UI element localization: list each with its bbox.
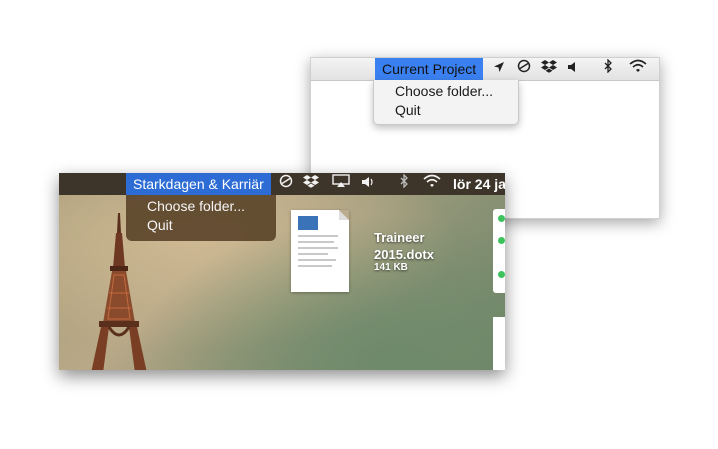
- starkdagen-dropdown-menu: Choose folder... Quit: [126, 195, 276, 241]
- file-size-label: 141 KB: [374, 262, 408, 273]
- circle-slash-icon[interactable]: [517, 58, 531, 80]
- location-arrow-icon[interactable]: [493, 58, 505, 80]
- volume-icon[interactable]: [361, 173, 375, 195]
- project-dropdown-menu: Choose folder... Quit: [373, 80, 519, 125]
- circle-slash-icon[interactable]: [279, 173, 293, 195]
- current-project-menu-title[interactable]: Current Project: [375, 58, 484, 80]
- choose-folder-menu-item[interactable]: Choose folder...: [147, 198, 245, 214]
- side-widget-panel-lower: [493, 317, 505, 370]
- volume-icon[interactable]: [567, 58, 579, 80]
- file-name-label[interactable]: Traineer 2015.dotx: [374, 229, 444, 263]
- side-widget-panel: [493, 209, 505, 293]
- menubar-clock[interactable]: lör 24 ja: [453, 173, 505, 195]
- wifi-icon[interactable]: [423, 173, 441, 195]
- dropbox-icon[interactable]: [303, 173, 319, 195]
- status-dot: [498, 237, 505, 244]
- menubar-dark: Starkdagen & Karriär lör 24 ja: [59, 173, 505, 195]
- choose-folder-menu-item[interactable]: Choose folder...: [395, 83, 493, 99]
- quit-menu-item[interactable]: Quit: [395, 102, 421, 118]
- wifi-icon[interactable]: [629, 58, 647, 80]
- starkdagen-menu-title[interactable]: Starkdagen & Karriär: [126, 173, 271, 195]
- quit-menu-item[interactable]: Quit: [147, 217, 173, 233]
- document-thumbnail-image: [298, 216, 318, 230]
- bluetooth-icon[interactable]: [399, 173, 409, 195]
- airplay-icon[interactable]: [332, 173, 350, 195]
- bluetooth-icon[interactable]: [603, 58, 613, 80]
- desktop-window-dark: Starkdagen & Karriär lör 24 ja Choose fo…: [59, 173, 505, 370]
- status-dot: [498, 271, 505, 278]
- menubar-light: Current Project: [311, 58, 659, 81]
- document-file-icon[interactable]: [291, 210, 349, 292]
- status-dot: [498, 215, 505, 222]
- dropbox-icon[interactable]: [541, 58, 557, 80]
